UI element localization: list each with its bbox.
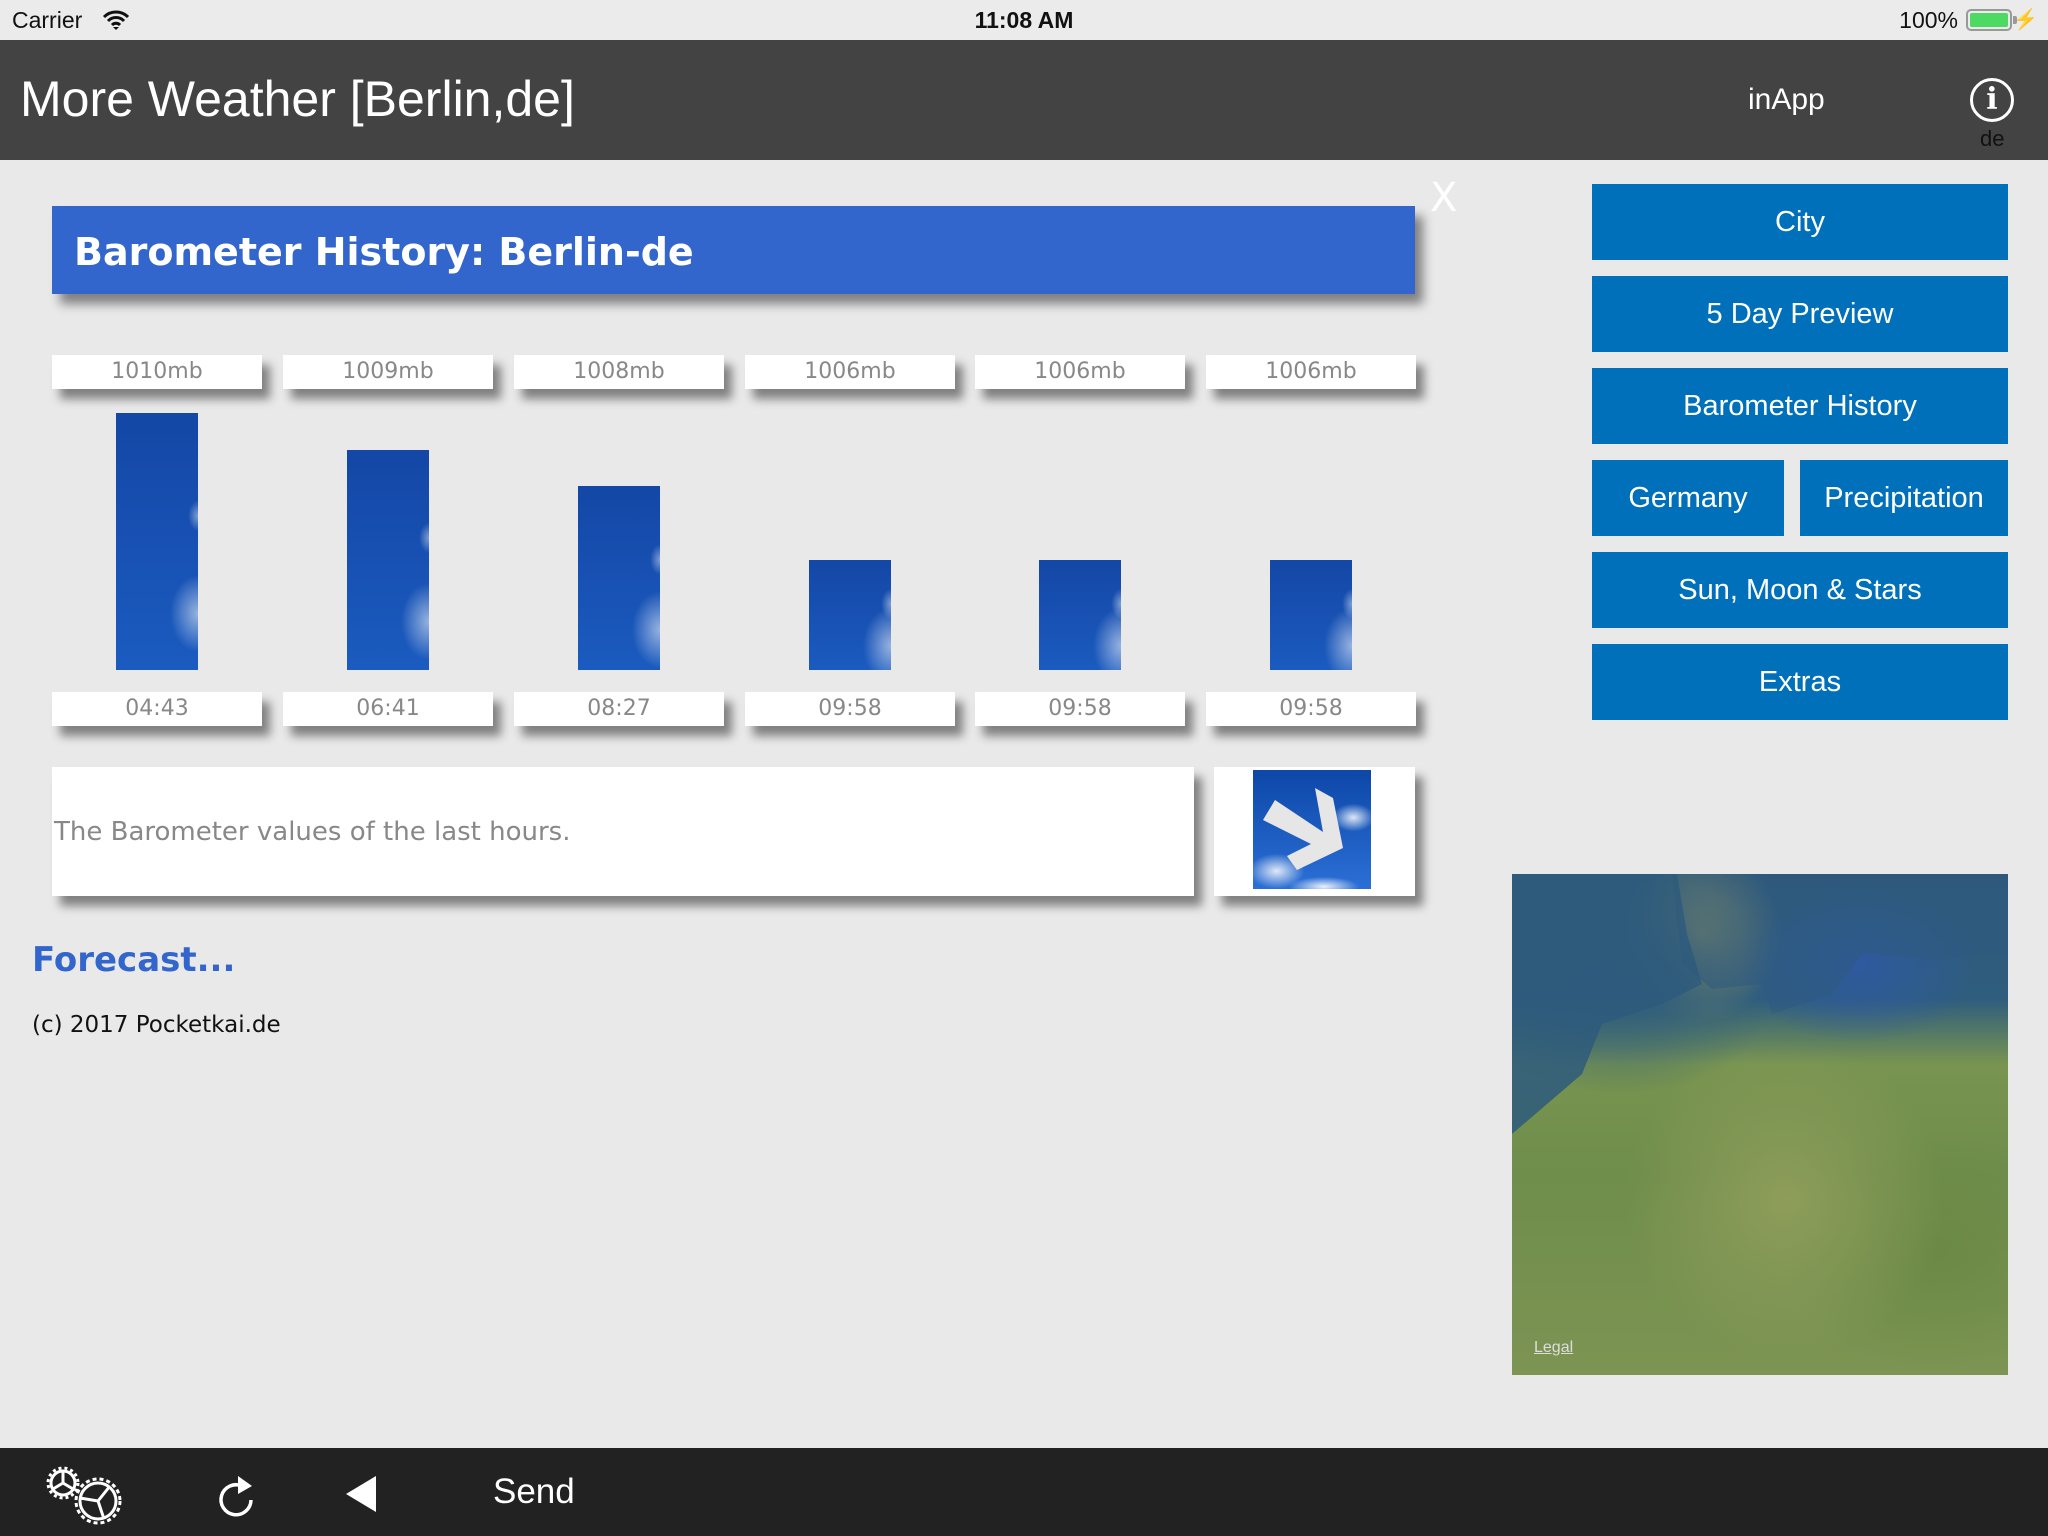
bar-time-label: 04:43 bbox=[52, 692, 262, 726]
back-triangle-icon[interactable] bbox=[346, 1476, 376, 1512]
bar-time-label: 09:58 bbox=[745, 692, 955, 726]
extras-button[interactable]: Extras bbox=[1592, 644, 2008, 720]
status-bar: Carrier 11:08 AM 100% ⚡ bbox=[0, 0, 2048, 40]
bar-value-label: 1008mb bbox=[514, 355, 724, 389]
battery-icon bbox=[1966, 9, 2012, 31]
trend-box bbox=[1214, 767, 1415, 896]
clock: 11:08 AM bbox=[974, 7, 1074, 33]
battery-percent: 100% bbox=[1899, 7, 1958, 33]
pressure-bar bbox=[809, 559, 891, 670]
copyright-text: (c) 2017 Pocketkai.de bbox=[32, 1012, 281, 1038]
bar-value-label: 1006mb bbox=[1206, 355, 1416, 389]
description-text: The Barometer values of the last hours. bbox=[54, 817, 571, 847]
satellite-map[interactable]: Legal bbox=[1512, 874, 2008, 1375]
pressure-bar bbox=[116, 413, 198, 670]
send-button[interactable]: Send bbox=[493, 1472, 575, 1512]
pressure-bar bbox=[1270, 559, 1352, 670]
pressure-bar bbox=[1039, 559, 1121, 670]
app-header: More Weather [Berlin,de] inApp i de bbox=[0, 40, 2048, 160]
map-water bbox=[1512, 874, 2008, 1134]
info-icon[interactable]: i bbox=[1970, 78, 2014, 122]
bar-value-label: 1006mb bbox=[975, 355, 1185, 389]
panel-title: Barometer History: Berlin-de bbox=[52, 206, 1415, 294]
5-day-preview-button[interactable]: 5 Day Preview bbox=[1592, 276, 2008, 352]
city-button[interactable]: City bbox=[1592, 184, 2008, 260]
bar-time-label: 08:27 bbox=[514, 692, 724, 726]
barometer-history-button[interactable]: Barometer History bbox=[1592, 368, 2008, 444]
sun-moon-stars-button[interactable]: Sun, Moon & Stars bbox=[1592, 552, 2008, 628]
pressure-bar bbox=[347, 449, 429, 670]
arrow-down-right-icon bbox=[1253, 770, 1371, 889]
close-button[interactable]: X bbox=[1430, 175, 1457, 221]
forecast-link[interactable]: Forecast... bbox=[32, 940, 235, 980]
app-title: More Weather [Berlin,de] bbox=[20, 71, 575, 127]
language-label: de bbox=[1980, 126, 2005, 151]
description-box: The Barometer values of the last hours. bbox=[52, 767, 1194, 896]
reload-icon[interactable] bbox=[214, 1474, 258, 1520]
bar-time-label: 09:58 bbox=[1206, 692, 1416, 726]
precipitation-button[interactable]: Precipitation bbox=[1800, 460, 2008, 536]
pressure-bar bbox=[578, 486, 660, 670]
bar-value-label: 1006mb bbox=[745, 355, 955, 389]
bar-value-label: 1009mb bbox=[283, 355, 493, 389]
bar-time-label: 09:58 bbox=[975, 692, 1185, 726]
bottom-toolbar: Send bbox=[0, 1448, 2048, 1536]
bar-time-label: 06:41 bbox=[283, 692, 493, 726]
gears-icon[interactable] bbox=[46, 1466, 131, 1526]
charging-bolt-icon: ⚡ bbox=[2013, 9, 2038, 31]
bar-value-label: 1010mb bbox=[52, 355, 262, 389]
legal-link[interactable]: Legal bbox=[1534, 1339, 1573, 1357]
inapp-button[interactable]: inApp bbox=[1748, 83, 1825, 117]
germany-button[interactable]: Germany bbox=[1592, 460, 1784, 536]
